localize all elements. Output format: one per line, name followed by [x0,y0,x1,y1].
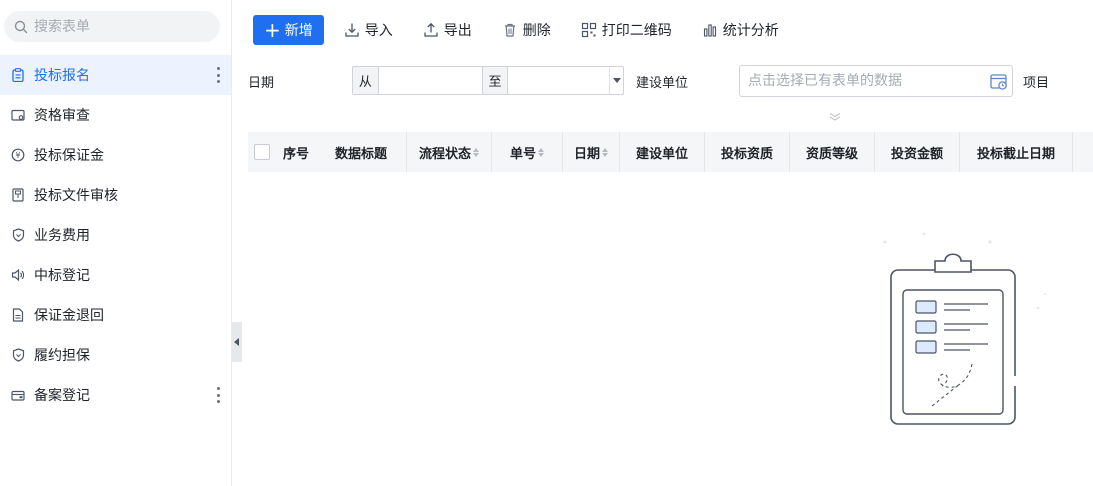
date-to-tag: 至 [482,67,508,94]
date-from-field[interactable] [379,67,482,94]
sidebar-item-bid-deposit[interactable]: ¥ 投标保证金 [0,135,231,175]
export-button[interactable]: 导出 [423,15,472,45]
column-header-date[interactable]: 日期 [563,132,620,172]
sidebar-item-filing-registration[interactable]: 备案登记 [0,375,231,415]
print-qrcode-label: 打印二维码 [601,23,672,39]
empty-state-illustration [880,228,1050,428]
date-to-field[interactable] [508,67,609,94]
export-label: 导出 [443,23,472,39]
column-header-number[interactable]: 单号 [492,132,563,172]
column-header-overflow [1073,132,1093,172]
project-filter-label: 项目 [1023,76,1050,91]
svg-text:¥: ¥ [16,151,21,160]
coin-icon: ¥ [11,148,25,162]
sidebar-item-tender-signup[interactable]: 投标报名 [0,55,231,95]
sort-icon[interactable] [473,147,479,157]
sidebar-item-label: 投标报名 [34,68,90,84]
wallet-icon [11,388,25,402]
sidebar-item-label: 履约担保 [34,348,90,364]
sidebar-item-label: 中标登记 [34,268,90,284]
unit-filter-label: 建设单位 [636,76,689,91]
sidebar-collapse-handle[interactable] [232,322,242,362]
sort-icon[interactable] [538,147,544,157]
search-icon [14,20,28,34]
date-from-tag: 从 [353,67,379,94]
delete-label: 删除 [522,23,551,39]
sidebar-search[interactable] [4,11,220,42]
chevron-down-icon[interactable] [609,67,623,94]
form-select-icon[interactable] [990,73,1008,91]
sidebar-item-label: 业务费用 [34,228,90,244]
sidebar-nav: 投标报名 资格审查 ¥ 投标保证金 投标文件审核 业务费用 中标登记 保证金退回… [0,55,231,415]
sidebar-item-label: 保证金退回 [34,308,104,324]
sidebar: 投标报名 资格审查 ¥ 投标保证金 投标文件审核 业务费用 [0,0,232,486]
download-icon [344,22,360,38]
date-range-picker[interactable]: 从 至 [352,66,624,95]
search-input[interactable] [34,18,204,35]
add-button[interactable]: + 新增 [253,15,324,45]
plus-icon: + [264,18,281,42]
clipboard-icon [11,68,25,82]
shield-icon [11,348,25,362]
column-header-flow-status[interactable]: 流程状态 [407,132,492,172]
qrcode-icon [581,22,597,38]
import-label: 导入 [364,23,393,39]
sidebar-item-performance-guarantee[interactable]: 履约担保 [0,335,231,375]
sidebar-item-deposit-refund[interactable]: 保证金退回 [0,295,231,335]
file-icon [11,308,25,322]
add-button-label: 新增 [284,23,313,39]
sidebar-item-label: 投标保证金 [34,148,104,164]
card-icon [11,108,25,122]
upload-icon [423,22,439,38]
speaker-icon [11,268,25,282]
trash-icon [502,22,518,38]
column-header-deadline[interactable]: 投标截止日期 [960,132,1073,172]
sidebar-item-qualification-review[interactable]: 资格审查 [0,95,231,135]
column-header-qualification[interactable]: 投标资质 [705,132,790,172]
select-all-checkbox[interactable] [248,132,276,172]
unit-picker-input[interactable] [748,73,983,89]
sidebar-item-winning-registration[interactable]: 中标登记 [0,255,231,295]
sidebar-item-business-fee[interactable]: 业务费用 [0,215,231,255]
column-header-investment[interactable]: 投资金额 [875,132,960,172]
sidebar-item-bid-file-review[interactable]: 投标文件审核 [0,175,231,215]
document-icon [11,188,25,202]
column-header-index[interactable]: 序号 [276,132,316,172]
sidebar-item-label: 备案登记 [34,388,90,404]
caret-left-icon [234,338,239,346]
column-header-construction-unit[interactable]: 建设单位 [620,132,705,172]
shield-icon [11,228,25,242]
more-options-icon[interactable] [217,67,221,83]
unit-picker[interactable] [739,65,1013,97]
column-header-qualification-level[interactable]: 资质等级 [790,132,875,172]
statistics-label: 统计分析 [722,23,779,39]
sidebar-item-label: 资格审查 [34,108,90,124]
delete-button[interactable]: 删除 [502,15,551,45]
filter-bar: 日期 从 至 建设单位 项目 [248,65,1093,97]
date-filter-label: 日期 [248,76,275,91]
sort-icon[interactable] [602,147,608,157]
sidebar-item-label: 投标文件审核 [34,188,118,204]
bar-chart-icon [702,22,718,38]
expand-filter-icon[interactable] [827,110,843,121]
import-button[interactable]: 导入 [344,15,393,45]
table-header: 序号 数据标题 流程状态 单号 日期 建设单位 投标资质 资质等级 投资金额 投… [248,132,1093,172]
more-options-icon[interactable] [217,387,221,403]
toolbar: + 新增 导入 导出 删除 打印二维码 统计分析 [253,15,809,45]
statistics-button[interactable]: 统计分析 [702,15,779,45]
print-qrcode-button[interactable]: 打印二维码 [581,15,672,45]
column-header-title[interactable]: 数据标题 [316,132,407,172]
